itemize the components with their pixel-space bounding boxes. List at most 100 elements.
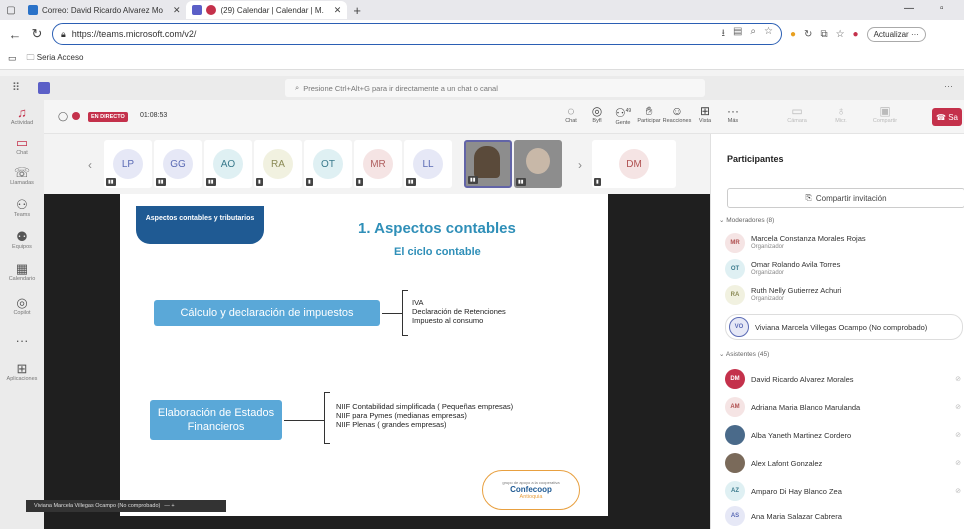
more-options-icon[interactable]: ··· — [944, 81, 953, 91]
url-field[interactable]: 🔒︎ https://teams.microsoft.com/v2/ ⭳ ▤ ⌕… — [52, 23, 782, 45]
participant-video-tile[interactable]: ▮▮ — [514, 140, 562, 188]
extension-icon[interactable]: ● — [790, 29, 796, 40]
tab-actions-icon[interactable]: ▢ — [0, 5, 22, 16]
participant-tile[interactable]: LL ▮▮ — [404, 140, 452, 188]
mic-muted-icon: ▮ — [356, 178, 363, 186]
tab-mail-label: Correo: David Ricardo Alvarez Mo — [42, 5, 163, 15]
participant-row[interactable]: DM David Ricardo Alvarez Morales ⊘ — [725, 366, 961, 392]
leave-button[interactable]: ☎︎ Sa — [932, 108, 962, 126]
people-icon: ⚉ — [16, 229, 28, 244]
sidebar-toggle-icon[interactable]: ▭ — [8, 53, 17, 64]
rail-item-teams[interactable]: ⚇ Teams — [0, 198, 44, 219]
people-button[interactable]: ⚇49 Gente — [610, 104, 636, 126]
mic-muted-icon: ⊘ — [955, 432, 961, 439]
participant-row[interactable]: Alba Yaneth Martinez Cordero ⊘ — [725, 422, 961, 448]
participant-tile[interactable]: LP ▮▮ — [104, 140, 152, 188]
rail-item-calendar[interactable]: ▦ Calendario — [0, 261, 44, 283]
tab-calendar[interactable]: (29) Calendar | Calendar | M. ✕ — [186, 1, 348, 19]
reader-icon[interactable]: ▤ — [733, 26, 742, 43]
share-invite-button[interactable]: ⎘ Compartir invitación — [727, 188, 964, 208]
reactions-button[interactable]: ☺ Reacciones — [663, 104, 692, 124]
mic-muted-icon: ⊘ — [955, 460, 961, 467]
presenter-name-tag: Viviana Marcela Villegas Ocampo (No comp… — [26, 500, 226, 512]
slide-list-financial: NIIF Contabilidad simplificada ( Pequeña… — [336, 402, 513, 429]
reaction-button[interactable]: ◎ Byfl — [584, 104, 610, 124]
moderators-header[interactable]: ⌄ Moderadores (8) — [719, 216, 774, 224]
chat-button[interactable]: ◌ Chat — [558, 104, 584, 124]
rail-label: Copilot — [13, 310, 31, 316]
mic-muted-icon: ▮▮ — [516, 178, 526, 186]
participant-video-tile[interactable]: ▮▮ — [464, 140, 512, 188]
chat-icon: ▭ — [15, 135, 29, 150]
back-icon[interactable]: ← — [8, 27, 22, 42]
participant-row[interactable]: RA Ruth Nelly Gutierrez Achuri Organizado… — [725, 282, 961, 308]
raise-hand-button[interactable]: ✋︎ Participar — [636, 104, 662, 124]
rail-item-chat[interactable]: ▭ Chat — [0, 135, 44, 157]
chevron-right-icon[interactable]: › — [578, 158, 582, 172]
participant-tile[interactable]: DM ▮ — [592, 140, 676, 188]
participant-tile[interactable]: GG ▮▮ — [154, 140, 202, 188]
mic-muted-icon: ⊘ — [955, 488, 961, 495]
phone-icon: ☏ — [13, 165, 31, 180]
favorite-star-icon[interactable]: ☆ — [764, 26, 773, 43]
reaction-icon: ◎ — [591, 104, 603, 118]
address-bar: ← ↻ 🔒︎ https://teams.microsoft.com/v2/ ⭳… — [0, 20, 964, 48]
calendar-icon: ▦ — [15, 261, 29, 276]
restore-icon[interactable]: ▫ — [940, 3, 944, 14]
phone-hangup-icon: ☎︎ — [936, 112, 946, 122]
app-grid-icon[interactable]: ⠿ — [12, 81, 20, 94]
participant-row[interactable]: AM Adriana Maria Blanco Marulanda ⊘ — [725, 394, 961, 420]
search-icon: ⌕ — [295, 83, 300, 92]
participant-name: David Ricardo Alvarez Morales — [751, 374, 854, 384]
rail-label: Calendario — [8, 276, 36, 282]
participant-row[interactable]: AZ Amparo Di Hay Blanco Zea ⊘ — [725, 478, 961, 504]
rail-item-activity[interactable]: ♫ Actividad — [0, 106, 44, 127]
chevron-left-icon[interactable]: ‹ — [88, 158, 92, 172]
avatar: DM — [619, 149, 649, 179]
rail-item-equipos[interactable]: ⚉ Equipos — [0, 229, 44, 251]
participant-row[interactable]: OT Omar Rolando Avila Torres Organizador — [725, 256, 961, 282]
profile-icon[interactable]: ● — [853, 29, 859, 40]
mic-button[interactable]: ♁ Micr. — [828, 104, 854, 124]
tab-mail[interactable]: Correo: David Ricardo Alvarez Mo ✕ — [22, 1, 186, 19]
refresh-icon[interactable]: ↻ — [30, 26, 44, 42]
avatar: RA — [263, 149, 293, 179]
live-badge: EN DIRECTO — [88, 112, 128, 122]
minimize-icon[interactable]: — — [904, 3, 914, 14]
share-icon: ▣ — [879, 104, 891, 118]
participant-tile[interactable]: MR ▮ — [354, 140, 402, 188]
more-button[interactable]: ··· Más — [720, 104, 746, 124]
participant-tile[interactable]: AO ▮▮ — [204, 140, 252, 188]
rail-item-more[interactable]: ··· — [0, 334, 44, 348]
favorite-item[interactable]: 🗀︎ Seria Acceso — [27, 52, 84, 66]
camera-button[interactable]: ▭ Cámara — [784, 104, 810, 124]
rail-item-calls[interactable]: ☏ Llamadas — [0, 165, 44, 187]
share-button[interactable]: ▣ Compartir — [872, 104, 898, 124]
participant-row[interactable]: AS Ana Maria Salazar Cabrera — [725, 506, 961, 526]
zoom-icon[interactable]: ⌕ — [750, 26, 756, 43]
attendees-header[interactable]: ⌄ Asistentes (45) — [719, 350, 769, 358]
more-icon[interactable]: — + — [164, 503, 174, 509]
update-button[interactable]: Actualizar ··· — [866, 26, 926, 42]
close-icon[interactable]: ✕ — [334, 5, 342, 16]
more-icon: ··· — [727, 104, 739, 118]
rail-item-apps[interactable]: ⊞ Aplicaciones — [0, 362, 44, 383]
participant-tile[interactable]: OT ▮ — [304, 140, 352, 188]
participant-tile[interactable]: RA ▮ — [254, 140, 302, 188]
participant-row[interactable]: MR Marcela Constanza Morales Rojas Organi… — [725, 230, 961, 256]
rail-item-copilot[interactable]: ◎ Copilot — [0, 296, 44, 317]
refresh-circle-icon[interactable]: ↻ — [804, 29, 812, 40]
close-icon[interactable]: ✕ — [173, 5, 181, 16]
extension-puzzle-icon[interactable]: ⧉ — [820, 29, 827, 40]
participant-row[interactable]: VO Viviana Marcela Villegas Ocampo (No c… — [725, 314, 963, 340]
participant-name: Omar Rolando Avila Torres — [751, 260, 841, 269]
shared-slide: Aspectos contables y tributarios 1. Aspe… — [120, 194, 608, 516]
search-input[interactable]: ⌕ Presione Ctrl+Alt+G para ir directamen… — [285, 79, 705, 97]
participant-name: Alex Lafont Gonzalez — [751, 458, 823, 468]
view-button[interactable]: ⊞ Vista — [692, 104, 718, 124]
download-icon[interactable]: ⭳ — [721, 26, 725, 43]
new-tab-icon[interactable]: + — [353, 3, 361, 18]
mic-muted-icon: ⊘ — [955, 404, 961, 411]
participant-row[interactable]: Alex Lafont Gonzalez ⊘ — [725, 450, 961, 476]
favorites-icon[interactable]: ☆ — [836, 29, 845, 40]
